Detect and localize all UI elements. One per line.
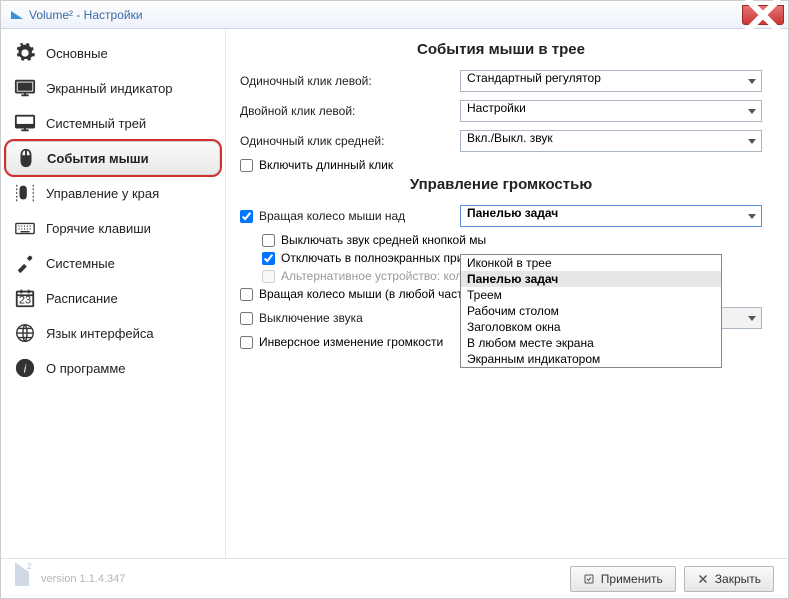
sidebar-item-label: Расписание (46, 291, 118, 306)
gear-icon (14, 42, 36, 64)
calendar-icon: 23 (14, 287, 36, 309)
sidebar-item-label: Экранный индикатор (46, 81, 173, 96)
select-double-left[interactable]: Настройки (460, 100, 762, 122)
globe-icon (14, 322, 36, 344)
sidebar-item-general[interactable]: Основные (6, 36, 220, 70)
app-logo-icon (11, 11, 23, 19)
checkbox-long-click[interactable]: Включить длинный клик (240, 158, 762, 172)
dropdown-scroll-target-list[interactable]: Иконкой в трее Панелью задач Треем Рабоч… (460, 254, 722, 368)
sidebar-item-osd[interactable]: Экранный индикатор (6, 71, 220, 105)
dropdown-option[interactable]: Панелью задач (461, 271, 721, 287)
sidebar-item-language[interactable]: Язык интерфейса (6, 316, 220, 350)
label-single-middle: Одиночный клик средней: (240, 134, 460, 148)
edge-mouse-icon (14, 182, 36, 204)
sidebar-item-schedule[interactable]: 23 Расписание (6, 281, 220, 315)
dropdown-option[interactable]: В любом месте экрана (461, 335, 721, 351)
footer-logo-icon: 2 (15, 572, 33, 586)
sidebar-item-label: События мыши (47, 151, 149, 166)
tray-icon (14, 112, 36, 134)
section-title-tray-events: События мыши в трее (240, 41, 762, 58)
label-mute-sound: Выключение звука (259, 311, 363, 325)
info-icon: i (14, 357, 36, 379)
checkbox-scroll-over[interactable] (240, 210, 253, 223)
sidebar-item-label: Горячие клавиши (46, 221, 151, 236)
section-title-volume-control: Управление громкостью (240, 176, 762, 193)
sidebar-item-label: Управление у края (46, 186, 159, 201)
label-double-left: Двойной клик левой: (240, 104, 460, 118)
dropdown-option[interactable]: Иконкой в трее (461, 255, 721, 271)
checkbox-mute-middle[interactable]: Выключать звук средней кнопкой мы (262, 233, 762, 247)
close-window-button[interactable] (742, 5, 784, 25)
sidebar-item-label: О программе (46, 361, 126, 376)
sidebar-item-tray[interactable]: Системный трей (6, 106, 220, 140)
checkbox-mute-sound[interactable] (240, 312, 253, 325)
sidebar-item-edge[interactable]: Управление у края (6, 176, 220, 210)
monitor-icon (14, 77, 36, 99)
sidebar-item-system[interactable]: Системные (6, 246, 220, 280)
close-button[interactable]: Закрыть (684, 566, 774, 592)
svg-text:23: 23 (19, 295, 31, 307)
dropdown-option[interactable]: Рабочим столом (461, 303, 721, 319)
select-scroll-target[interactable]: Панелью задач (460, 205, 762, 227)
label-scroll-over: Вращая колесо мыши над (259, 209, 405, 223)
sidebar-item-hotkeys[interactable]: Горячие клавиши (6, 211, 220, 245)
select-single-left[interactable]: Стандартный регулятор (460, 70, 762, 92)
sidebar-item-label: Системный трей (46, 116, 146, 131)
sidebar-item-mouse-events[interactable]: События мыши (6, 141, 220, 175)
sidebar: Основные Экранный индикатор Системный тр… (1, 29, 226, 558)
footer: 2 version 1.1.4.347 Применить Закрыть (1, 558, 788, 598)
main-panel: События мыши в трее Одиночный клик левой… (226, 29, 788, 558)
window-title: Volume² - Настройки (29, 8, 143, 22)
label-single-left: Одиночный клик левой: (240, 74, 460, 88)
select-single-middle[interactable]: Вкл./Выкл. звук (460, 130, 762, 152)
dropdown-option[interactable]: Треем (461, 287, 721, 303)
apply-icon (583, 573, 595, 585)
sidebar-item-label: Основные (46, 46, 108, 61)
close-icon (697, 573, 709, 585)
sidebar-item-label: Язык интерфейса (46, 326, 154, 341)
version-label: version 1.1.4.347 (41, 573, 125, 585)
mouse-icon (15, 147, 37, 169)
tools-icon (14, 252, 36, 274)
sidebar-item-about[interactable]: i О программе (6, 351, 220, 385)
keyboard-icon (14, 217, 36, 239)
apply-button[interactable]: Применить (570, 566, 676, 592)
titlebar: Volume² - Настройки (1, 1, 788, 29)
dropdown-option[interactable]: Заголовком окна (461, 319, 721, 335)
sidebar-item-label: Системные (46, 256, 115, 271)
dropdown-option[interactable]: Экранным индикатором (461, 351, 721, 367)
